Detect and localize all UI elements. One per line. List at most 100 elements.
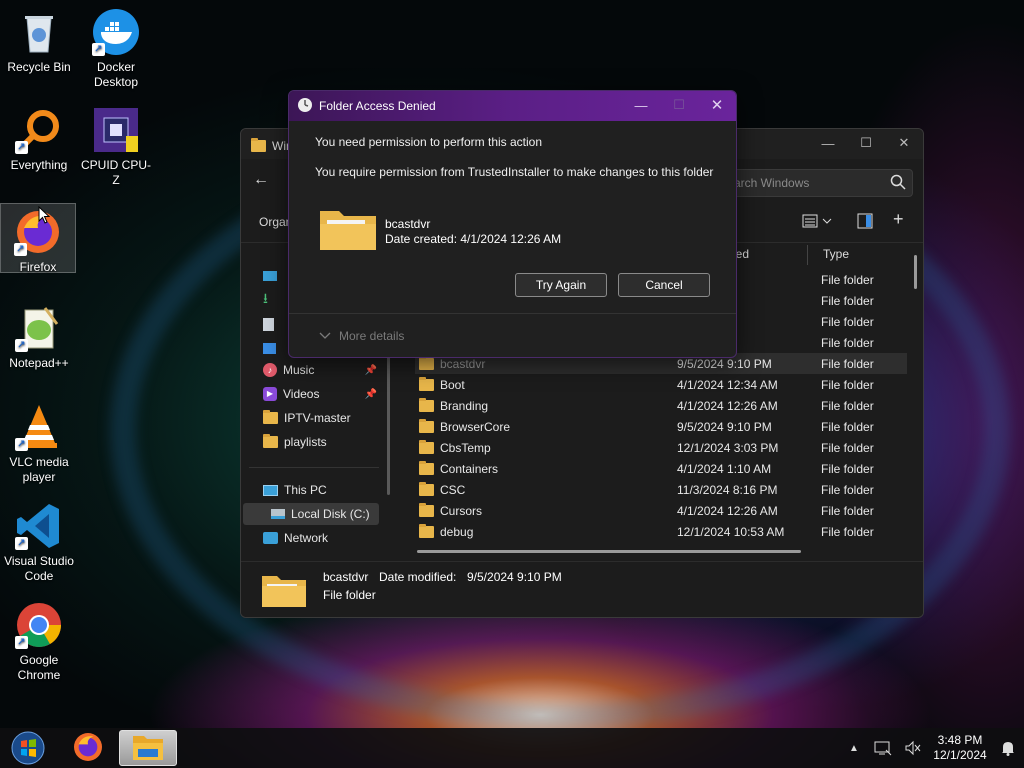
cpu-z-icon <box>92 106 140 154</box>
row-type: File folder <box>821 503 874 518</box>
close-icon[interactable]: ✕ <box>698 91 736 119</box>
shortcut-arrow-icon: ↗ <box>15 438 28 451</box>
dialog-message: You require permission from TrustedInsta… <box>315 165 714 179</box>
maximize-icon[interactable]: ☐ <box>847 129 885 157</box>
add-icon[interactable]: + <box>893 209 904 230</box>
back-arrow-icon[interactable]: ← <box>253 171 269 189</box>
start-button[interactable] <box>0 730 56 766</box>
more-details-toggle[interactable]: More details <box>319 329 404 343</box>
shortcut-arrow-icon: ↗ <box>15 537 28 550</box>
sidebar-item-videos[interactable]: ▶ Videos 📌 <box>263 383 383 405</box>
file-explorer-icon <box>132 733 164 764</box>
chrome-icon: ↗ <box>15 601 63 649</box>
shortcut-arrow-icon: ↗ <box>15 339 28 352</box>
table-row[interactable]: Branding 4/1/2024 12:26 AM File folder <box>415 395 907 416</box>
details-modified-value: 9/5/2024 9:10 PM <box>467 570 562 584</box>
taskbar-clock[interactable]: 3:48 PM 12/1/2024 <box>928 733 992 763</box>
desktop-icon-recycle-bin[interactable]: Recycle Bin <box>1 8 77 75</box>
folder-icon <box>419 418 434 433</box>
shortcut-arrow-icon: ↗ <box>15 141 28 154</box>
sidebar-item-label: Network <box>284 531 329 545</box>
row-type: File folder <box>821 377 874 392</box>
folder-access-denied-dialog[interactable]: Folder Access Denied — ☐ ✕ You need perm… <box>288 90 737 358</box>
close-icon[interactable]: ✕ <box>885 129 923 157</box>
notepad-plus-plus-icon: ↗ <box>15 304 63 352</box>
dialog-heading: You need permission to perform this acti… <box>315 135 543 149</box>
sidebar-item-music[interactable]: ♪ Music 📌 <box>263 359 383 381</box>
details-pane-icon[interactable] <box>857 213 873 232</box>
table-row[interactable]: Containers 4/1/2024 1:10 AM File folder <box>415 458 907 479</box>
row-date: 4/1/2024 1:10 AM <box>677 461 772 476</box>
row-name: bcastdvr <box>440 356 486 371</box>
chevron-up-icon[interactable]: ▲ <box>840 743 868 754</box>
desktop-icon-label: Google Chrome <box>17 653 61 682</box>
firefox-icon <box>72 731 104 766</box>
desktop-icon-docker[interactable]: ↗ Docker Desktop <box>78 8 154 90</box>
vlc-icon: ↗ <box>15 403 63 451</box>
sidebar-item-playlists[interactable]: playlists <box>263 431 383 453</box>
row-date: 4/1/2024 12:26 AM <box>677 503 778 518</box>
folder-icon <box>419 397 434 412</box>
vertical-scrollbar[interactable] <box>914 255 917 289</box>
sidebar-item-this-pc[interactable]: This PC <box>263 479 383 501</box>
sidebar-divider <box>249 467 379 468</box>
table-row[interactable]: debug 12/1/2024 10:53 AM File folder <box>415 521 907 542</box>
network-icon <box>263 532 278 544</box>
table-row[interactable]: Boot 4/1/2024 12:34 AM File folder <box>415 374 907 395</box>
sidebar-item-network[interactable]: Network <box>263 527 383 549</box>
try-again-button[interactable]: Try Again <box>515 273 607 297</box>
desktop-icon-everything[interactable]: ↗ Everything <box>1 106 77 173</box>
table-row[interactable]: CbsTemp 12/1/2024 3:03 PM File folder <box>415 437 907 458</box>
volume-muted-icon[interactable] <box>898 740 928 756</box>
search-icon <box>890 173 906 199</box>
row-date: 4/1/2024 12:34 AM <box>677 377 778 392</box>
row-name: Containers <box>440 461 499 476</box>
minimize-icon[interactable]: — <box>809 129 847 157</box>
horizontal-scrollbar[interactable] <box>417 550 801 553</box>
row-name: Boot <box>440 377 465 392</box>
search-placeholder: arch Windows <box>734 176 810 190</box>
desktop-icon-vscode[interactable]: ↗ Visual Studio Code <box>1 502 77 584</box>
table-row[interactable]: BrowserCore 9/5/2024 9:10 PM File folder <box>415 416 907 437</box>
folder-icon <box>419 355 434 370</box>
download-icon: ⭳ <box>263 290 268 306</box>
desktop-icon <box>263 271 277 281</box>
table-row[interactable]: Cursors 4/1/2024 12:26 AM File folder <box>415 500 907 521</box>
document-icon <box>263 317 274 331</box>
search-input[interactable]: arch Windows <box>725 169 913 197</box>
view-list-icon[interactable] <box>801 211 833 234</box>
row-date: 12/1/2024 10:53 AM <box>677 524 785 539</box>
table-row[interactable]: CSC 11/3/2024 8:16 PM File folder <box>415 479 907 500</box>
maximize-icon[interactable]: ☐ <box>660 91 698 119</box>
dialog-title-bar[interactable]: Folder Access Denied — ☐ ✕ <box>289 91 736 121</box>
notification-bell-icon[interactable] <box>992 740 1024 756</box>
row-type: File folder <box>821 356 874 371</box>
sidebar-item-label: playlists <box>284 435 327 449</box>
folder-icon <box>419 502 434 517</box>
taskbar-file-explorer[interactable] <box>119 730 177 766</box>
column-divider <box>807 245 808 265</box>
row-type: File folder <box>821 524 874 539</box>
dialog-folder-name: bcastdvr <box>385 217 431 231</box>
column-header-type[interactable]: Type <box>823 241 849 267</box>
network-icon[interactable] <box>868 740 898 756</box>
desktop-icon-chrome[interactable]: ↗ Google Chrome <box>1 601 77 683</box>
computer-icon <box>263 484 278 496</box>
recycle-bin-icon <box>15 8 63 56</box>
desktop-icon-vlc[interactable]: ↗ VLC media player <box>1 403 77 485</box>
desktop-icon-cpuz[interactable]: CPUID CPU-Z <box>78 106 154 188</box>
clock-date: 12/1/2024 <box>933 748 987 762</box>
everything-search-icon: ↗ <box>15 106 63 154</box>
taskbar-firefox[interactable] <box>60 730 116 766</box>
sidebar-item-iptv-master[interactable]: IPTV-master <box>263 407 383 429</box>
minimize-icon[interactable]: — <box>622 91 660 119</box>
sidebar-item-local-disk[interactable]: Local Disk (C:) <box>243 503 379 525</box>
cancel-button[interactable]: Cancel <box>618 273 710 297</box>
desktop-icon-notepadpp[interactable]: ↗ Notepad++ <box>1 304 77 371</box>
row-name: Branding <box>440 398 489 413</box>
sidebar-item-label: Music <box>283 363 315 377</box>
row-name: Cursors <box>440 503 483 518</box>
folder-icon <box>419 481 434 496</box>
taskbar: ▲ 3:48 PM 12/1/2024 <box>0 728 1024 768</box>
shortcut-arrow-icon: ↗ <box>92 43 105 56</box>
